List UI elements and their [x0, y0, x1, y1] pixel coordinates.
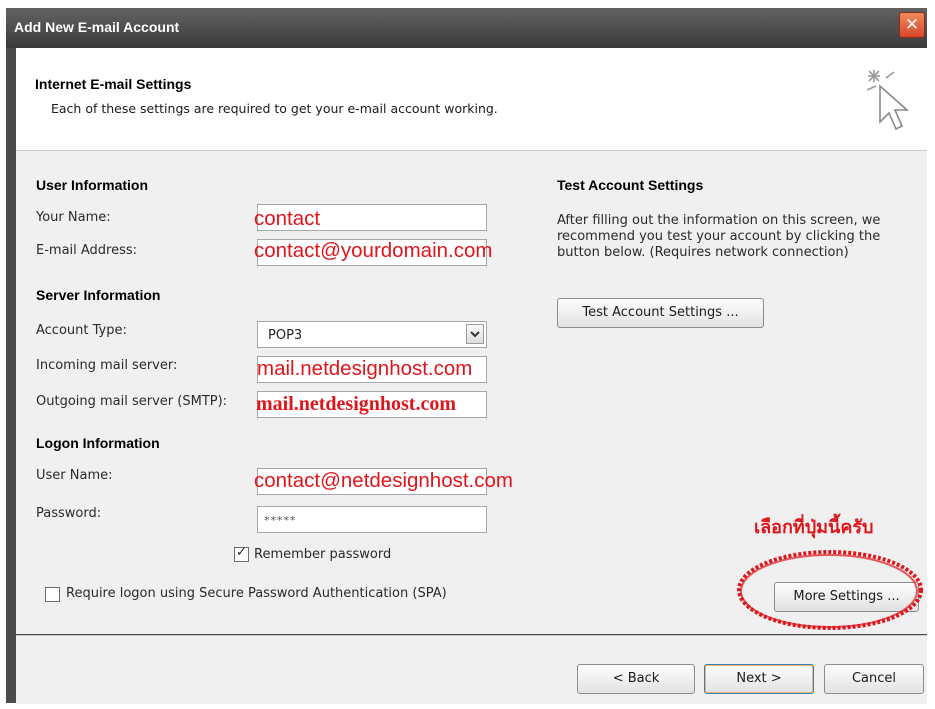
wizard-footer: < Back Next > Cancel — [16, 635, 927, 704]
next-button[interactable]: Next > — [704, 664, 814, 694]
password-label: Password: — [36, 506, 102, 521]
close-icon: ✕ — [904, 15, 920, 35]
email-address-label: E-mail Address: — [36, 243, 138, 258]
user-information-heading: User Information — [36, 177, 149, 193]
spa-label[interactable]: Require logon using Secure Password Auth… — [66, 586, 447, 601]
user-name-value: contact@netdesignhost.com — [254, 469, 513, 492]
email-address-value: contact@yourdomain.com — [254, 239, 493, 262]
checkmark-icon: ✓ — [236, 545, 247, 560]
outgoing-mail-server-label: Outgoing mail server (SMTP): — [36, 394, 228, 409]
close-button[interactable]: ✕ — [899, 12, 925, 38]
chevron-down-icon[interactable] — [466, 324, 484, 344]
password-value: ***** — [264, 514, 297, 527]
remember-password-checkbox[interactable]: ✓ — [234, 545, 249, 562]
your-name-label: Your Name: — [36, 210, 111, 225]
back-label: < Back — [612, 671, 660, 686]
logon-information-heading: Logon Information — [36, 435, 160, 451]
wizard-header: Internet E-mail Settings Each of these s… — [16, 48, 927, 151]
cancel-button[interactable]: Cancel — [824, 664, 924, 694]
account-type-label: Account Type: — [36, 323, 127, 338]
your-name-value: contact — [254, 207, 321, 230]
test-account-settings-heading: Test Account Settings — [557, 177, 704, 193]
header-subtitle: Each of these settings are required to g… — [51, 101, 498, 116]
test-account-settings-label: Test Account Settings ... — [582, 305, 739, 320]
incoming-mail-server-label: Incoming mail server: — [36, 358, 178, 373]
account-type-select[interactable]: POP3 — [257, 321, 487, 348]
title-bar: Add New E-mail Account ✕ — [6, 8, 927, 48]
outgoing-mail-server-value: mail.netdesignhost.com — [256, 393, 456, 415]
test-account-description: After filling out the information on thi… — [557, 213, 881, 260]
highlight-ring — [737, 550, 923, 630]
remember-password-label[interactable]: Remember password — [254, 547, 391, 562]
password-input[interactable]: ***** — [257, 506, 487, 533]
spa-checkbox[interactable] — [45, 587, 60, 602]
cancel-label: Cancel — [851, 671, 897, 686]
window-title: Add New E-mail Account — [14, 19, 180, 35]
test-account-settings-button[interactable]: Test Account Settings ... — [557, 298, 764, 328]
header-title: Internet E-mail Settings — [35, 76, 192, 92]
incoming-mail-server-value: mail.netdesignhost.com — [257, 357, 473, 380]
annotation-text: เลือกที่ปุ่มนี้ครับ — [754, 517, 874, 538]
cursor-sparkle-icon — [866, 70, 910, 131]
next-label: Next > — [736, 671, 782, 686]
user-name-label: User Name: — [36, 468, 113, 483]
back-button[interactable]: < Back — [577, 664, 695, 694]
server-information-heading: Server Information — [36, 287, 161, 303]
account-type-value: POP3 — [268, 328, 303, 343]
